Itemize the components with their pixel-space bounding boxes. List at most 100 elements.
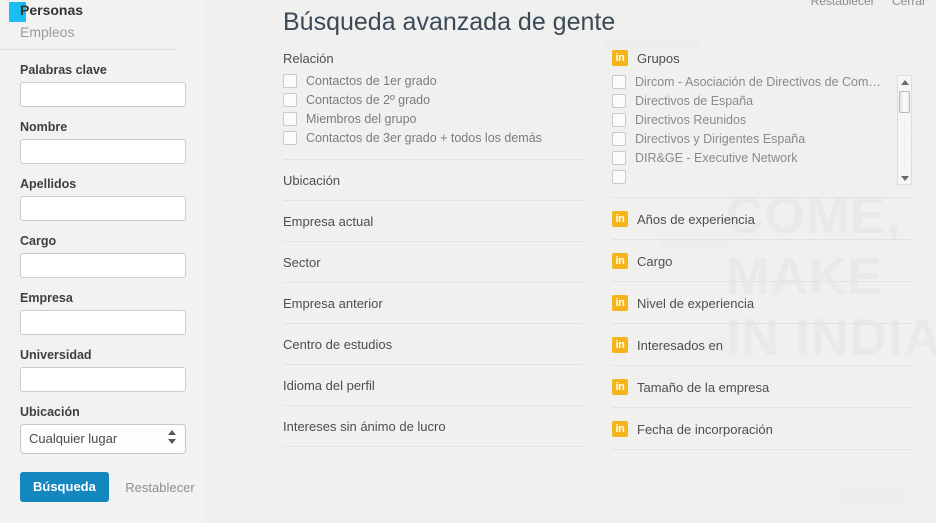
linkedin-in-icon: in [612,253,628,269]
field-last-name: Apellidos [0,177,204,221]
premium-section-label: Años de experiencia [637,211,755,227]
field-label-school: Universidad [20,348,92,362]
checkbox-icon[interactable] [612,132,626,146]
relation-option-2nd-degree[interactable]: Contactos de 2º grado [283,93,583,107]
groups-listbox[interactable]: Dircom - Asociación de Directivos de Com… [612,75,912,185]
field-label-title: Cargo [20,234,57,248]
field-title: Cargo [0,234,204,278]
field-first-name: Nombre [0,120,204,164]
relation-option-label: Miembros del grupo [306,112,417,126]
relation-option-label: Contactos de 2º grado [306,93,431,107]
group-option-label: DIR&GE - Executive Network [635,151,798,165]
relation-option-group-members[interactable]: Miembros del grupo [283,112,583,126]
premium-section-label: Cargo [637,253,673,269]
group-option-label: Dircom - Asociación de Directivos de Com… [635,75,881,89]
linkedin-in-icon: in [612,295,628,311]
search-sidebar: Personas Empleos Palabras clave Nombre A… [0,0,204,523]
search-input-title[interactable] [20,253,186,278]
field-school: Universidad [0,348,204,392]
location-select-wrapper: Cualquier lugar [20,424,186,454]
premium-section-label: Tamaño de la empresa [637,379,770,395]
modal-topbar: Restablecer Cerrar [797,0,926,8]
premium-section-label: Fecha de incorporación [637,421,773,437]
checkbox-icon[interactable] [612,94,626,108]
filter-section-empresa-actual[interactable]: Empresa actual [283,200,583,241]
group-option-directivos-reunidos[interactable]: Directivos Reunidos [612,113,880,127]
sidebar-reset-link[interactable]: Restablecer [125,480,194,495]
premium-section-label: Interesados en [637,337,724,353]
sidebar-tabs: Personas Empleos [0,0,176,50]
relation-option-1st-degree[interactable]: Contactos de 1er grado [283,74,583,88]
group-option-label: Directivos Reunidos [635,113,747,127]
location-select[interactable]: Cualquier lugar [20,424,186,454]
field-company: Empresa [0,291,204,335]
scrollbar-track[interactable] [904,118,905,169]
relation-filter-block: Relación Contactos de 1er grado Contacto… [283,51,583,159]
filter-section-empresa-anterior[interactable]: Empresa anterior [283,282,583,323]
groups-scrollbar[interactable] [897,75,912,185]
filter-section-cargo[interactable]: in Cargo [612,239,912,281]
checkbox-icon[interactable] [612,151,626,165]
scroll-up-arrow-icon[interactable] [898,76,911,89]
filter-section-tamano-de-la-empresa[interactable]: in Tamaño de la empresa [612,365,912,407]
search-input-first-name[interactable] [20,139,186,164]
checkbox-icon[interactable] [283,93,297,107]
group-option-directivos-de-espana[interactable]: Directivos de España [612,94,880,108]
checkbox-icon[interactable] [283,112,297,126]
relation-option-label: Contactos de 3er grado + todos los demás [306,131,542,145]
checkbox-icon[interactable] [283,74,297,88]
linkedin-in-icon: in [612,379,628,395]
groups-heading: Grupos [637,50,680,66]
group-option-dirge-executive-network[interactable]: DIR&GE - Executive Network [612,151,880,165]
field-label-location: Ubicación [20,405,80,419]
group-option-label: Directivos de España [635,94,754,108]
premium-section-label: Nivel de experiencia [637,295,755,311]
tab-empleos[interactable]: Empleos [20,22,176,49]
groups-filter-header: in Grupos [612,0,912,75]
group-option-directivos-y-dirigentes-espana[interactable]: Directivos y Dirigentes España [612,132,880,146]
field-label-keywords: Palabras clave [20,63,107,77]
filter-section-fecha-de-incorporacion[interactable]: in Fecha de incorporación [612,407,912,450]
scroll-down-arrow-icon[interactable] [898,171,911,184]
linkedin-in-icon: in [612,211,628,227]
field-label-last-name: Apellidos [20,177,77,191]
filter-section-sector[interactable]: Sector [283,241,583,282]
checkbox-icon[interactable] [612,113,626,127]
group-option-partial[interactable] [612,170,880,184]
filter-section-intereses-sin-animo-de-lucro[interactable]: Intereses sin ánimo de lucro [283,405,583,447]
relation-option-3rd-degree[interactable]: Contactos de 3er grado + todos los demás [283,131,583,145]
linkedin-in-icon: in [612,337,628,353]
group-option-label: Directivos y Dirigentes España [635,132,806,146]
right-column: in Grupos Dircom - Asociación de Directi… [612,0,912,450]
checkbox-icon[interactable] [612,170,626,184]
linkedin-in-icon: in [612,421,628,437]
tab-personas[interactable]: Personas [20,0,176,22]
search-input-company[interactable] [20,310,186,335]
filter-section-idioma-del-perfil[interactable]: Idioma del perfil [283,364,583,405]
field-label-first-name: Nombre [20,120,68,134]
filter-section-anos-de-experiencia[interactable]: in Años de experiencia [612,197,912,239]
relation-option-label: Contactos de 1er grado [306,74,437,88]
scrollbar-thumb[interactable] [899,91,910,113]
page-title: Búsqueda avanzada de gente [283,8,616,36]
filter-section-centro-de-estudios[interactable]: Centro de estudios [283,323,583,364]
center-column: Búsqueda avanzada de gente Relación Cont… [283,0,616,447]
search-input-keywords[interactable] [20,82,186,107]
filter-section-nivel-de-experiencia[interactable]: in Nivel de experiencia [612,281,912,323]
field-location: Ubicación Cualquier lugar [0,405,204,454]
checkbox-icon[interactable] [283,131,297,145]
group-option-dircom[interactable]: Dircom - Asociación de Directivos de Com… [612,75,881,89]
filter-section-ubicacion[interactable]: Ubicación [283,159,583,200]
topbar-close-link[interactable]: Cerrar [892,0,926,8]
checkbox-icon[interactable] [612,75,626,89]
sidebar-actions: Búsqueda Restablecer [0,454,204,502]
field-keywords: Palabras clave [0,63,204,107]
search-input-school[interactable] [20,367,186,392]
advanced-search-modal: Restablecer Cerrar Personas Empleos Pala… [0,0,936,523]
relation-heading: Relación [283,51,334,66]
search-button[interactable]: Búsqueda [20,472,109,502]
filter-section-interesados-en[interactable]: in Interesados en [612,323,912,365]
topbar-reset-link[interactable]: Restablecer [811,0,875,8]
linkedin-in-icon: in [612,50,628,66]
search-input-last-name[interactable] [20,196,186,221]
